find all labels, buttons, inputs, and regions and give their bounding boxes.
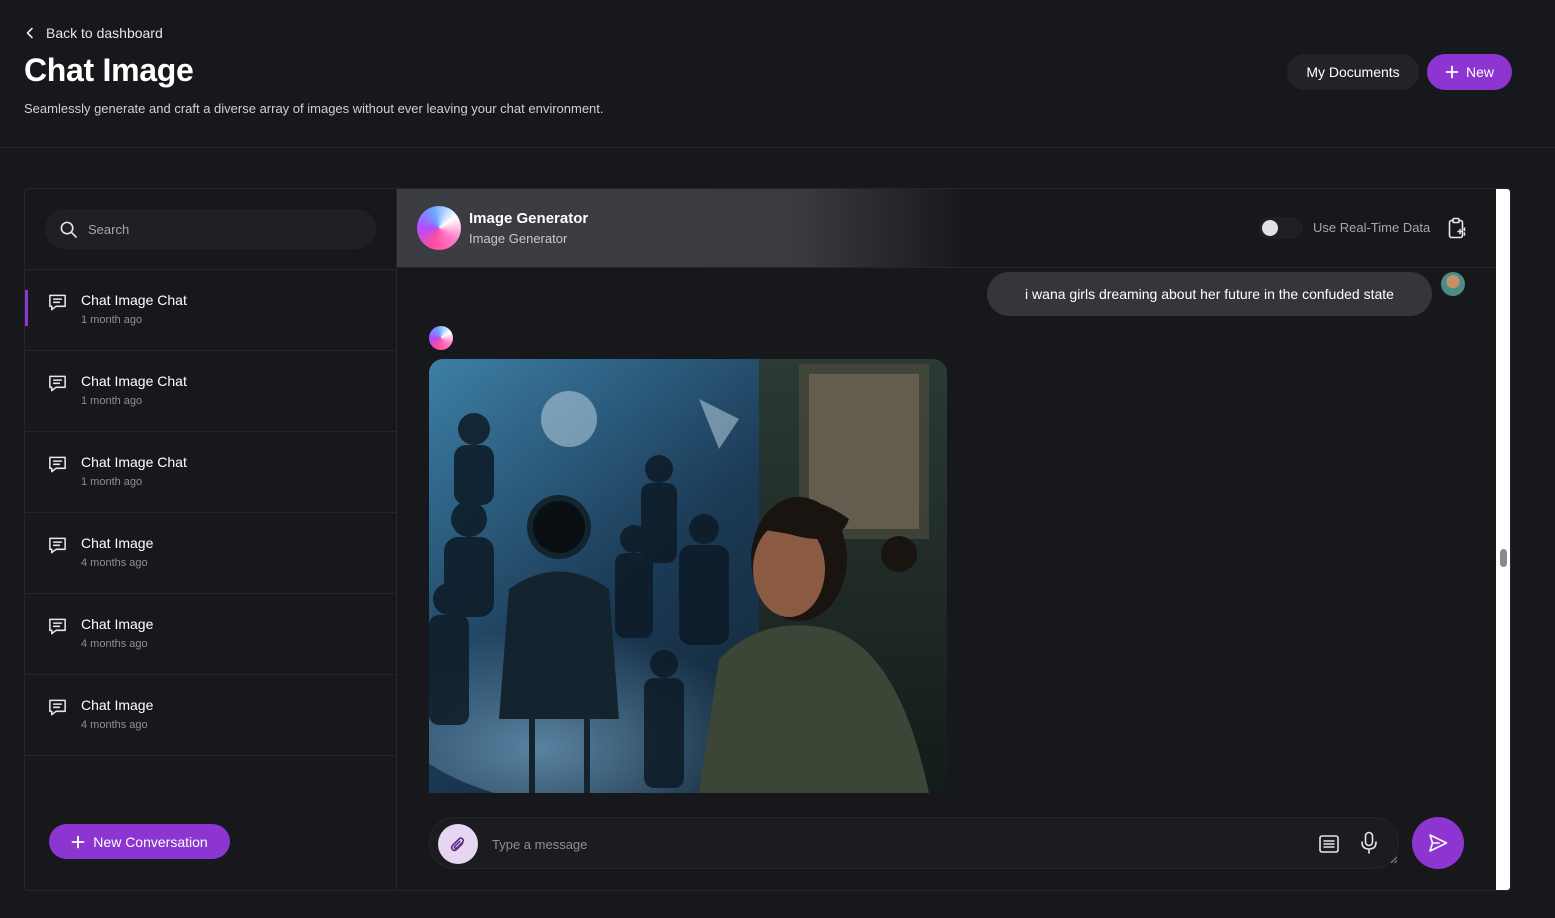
conversation-time: 4 months ago xyxy=(81,638,148,650)
chevron-left-icon xyxy=(26,27,33,39)
search-icon xyxy=(60,221,77,238)
conversation-item[interactable]: Chat Image 4 months ago xyxy=(25,594,396,675)
my-documents-label: My Documents xyxy=(1306,64,1400,80)
page-header: Back to dashboard Chat Image Seamlessly … xyxy=(0,0,1555,148)
my-documents-button[interactable]: My Documents xyxy=(1287,54,1419,90)
conversation-title: Chat Image Chat xyxy=(81,292,187,308)
realtime-data-toggle[interactable] xyxy=(1259,217,1303,239)
conversation-item[interactable]: Chat Image 4 months ago xyxy=(25,513,396,594)
back-link-label: Back to dashboard xyxy=(46,25,163,41)
message-input[interactable] xyxy=(492,834,1292,854)
page-subtitle: Seamlessly generate and craft a diverse … xyxy=(24,101,604,116)
page-title: Chat Image xyxy=(24,52,194,88)
conversation-time: 1 month ago xyxy=(81,395,143,407)
clipboard-icon[interactable] xyxy=(1447,217,1468,240)
back-to-dashboard-link[interactable]: Back to dashboard xyxy=(24,25,163,41)
chat-bubble-icon xyxy=(49,537,66,554)
conversation-title: Chat Image xyxy=(81,616,154,632)
plus-icon xyxy=(1445,65,1459,79)
conversation-list: Chat Image Chat 1 month ago Chat Image C… xyxy=(25,269,396,756)
conversation-time: 4 months ago xyxy=(81,557,148,569)
chat-area: Image Generator Image Generator Use Real… xyxy=(397,189,1496,890)
user-avatar xyxy=(1441,272,1465,296)
user-message-bubble: i wana girls dreaming about her future i… xyxy=(987,272,1432,316)
new-button-label: New xyxy=(1465,64,1494,80)
list-icon[interactable] xyxy=(1318,833,1340,855)
chat-scrollbar[interactable] xyxy=(1496,189,1510,890)
paperclip-icon xyxy=(450,837,465,852)
chat-bubble-icon xyxy=(49,699,66,716)
search-box[interactable] xyxy=(45,209,376,249)
generated-image[interactable] xyxy=(429,359,947,793)
message-composer xyxy=(429,817,1399,869)
bot-avatar xyxy=(417,206,461,250)
conversation-title: Chat Image Chat xyxy=(81,373,187,389)
send-icon xyxy=(1429,834,1448,852)
conversation-title: Chat Image xyxy=(81,535,154,551)
conversation-title: Chat Image xyxy=(81,697,154,713)
new-conversation-button[interactable]: New Conversation xyxy=(49,824,230,859)
chat-bubble-icon xyxy=(49,294,66,311)
bot-message-avatar xyxy=(429,326,453,350)
search-input[interactable] xyxy=(88,221,348,237)
conversation-title: Chat Image Chat xyxy=(81,454,187,470)
bot-name: Image Generator xyxy=(469,210,589,227)
toggle-knob xyxy=(1262,220,1278,236)
conversation-item[interactable]: Chat Image Chat 1 month ago xyxy=(25,432,396,513)
attach-button[interactable] xyxy=(438,824,478,864)
realtime-data-label: Use Real-Time Data xyxy=(1313,220,1431,235)
plus-icon xyxy=(71,835,85,848)
conversation-item[interactable]: Chat Image 4 months ago xyxy=(25,675,396,756)
chat-bubble-icon xyxy=(49,456,66,473)
conversation-item[interactable]: Chat Image Chat 1 month ago xyxy=(25,270,396,351)
chat-bubble-icon xyxy=(49,375,66,392)
new-button[interactable]: New xyxy=(1427,54,1512,90)
conversation-time: 1 month ago xyxy=(81,476,143,488)
scrollbar-thumb[interactable] xyxy=(1500,549,1507,567)
user-message-text: i wana girls dreaming about her future i… xyxy=(1025,286,1394,302)
chat-panel: Chat Image Chat 1 month ago Chat Image C… xyxy=(24,188,1511,891)
conversation-time: 1 month ago xyxy=(81,314,143,326)
new-conversation-label: New Conversation xyxy=(93,833,208,850)
chat-header: Image Generator Image Generator Use Real… xyxy=(397,189,1496,268)
bot-subtitle: Image Generator xyxy=(469,231,568,246)
conversation-sidebar: Chat Image Chat 1 month ago Chat Image C… xyxy=(25,189,397,890)
microphone-icon[interactable] xyxy=(1359,831,1379,855)
send-button[interactable] xyxy=(1412,817,1464,869)
conversation-time: 4 months ago xyxy=(81,719,148,731)
conversation-item[interactable]: Chat Image Chat 1 month ago xyxy=(25,351,396,432)
header-highlight xyxy=(397,189,967,267)
chat-bubble-icon xyxy=(49,618,66,635)
resize-grip-icon[interactable] xyxy=(1390,856,1398,864)
